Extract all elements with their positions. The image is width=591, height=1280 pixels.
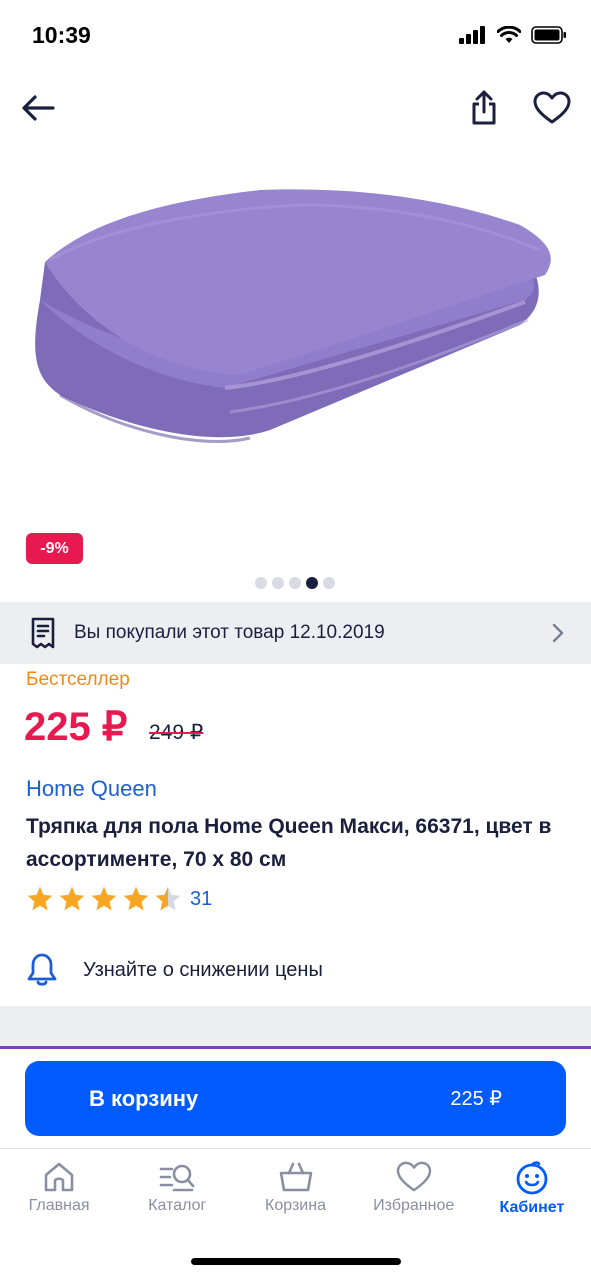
star-icon — [123, 886, 149, 911]
star-icon — [27, 886, 53, 911]
product-title: Тряпка для пола Home Queen Макси, 66371,… — [26, 815, 552, 871]
towel-image — [35, 189, 551, 443]
gallery-dot[interactable] — [323, 577, 335, 589]
product-image[interactable] — [0, 150, 591, 530]
old-price: 249 ₽ — [149, 721, 204, 744]
tab-label: Главная — [28, 1197, 90, 1214]
bell-icon — [27, 953, 57, 986]
gallery-pagination[interactable] — [255, 577, 335, 589]
back-button[interactable] — [20, 90, 56, 126]
add-to-cart-label: В корзину — [89, 1085, 199, 1111]
bestseller-badge: Бестселлер — [26, 669, 130, 690]
share-icon — [472, 90, 496, 125]
accent-divider — [0, 1046, 591, 1049]
gallery-dot-active[interactable] — [306, 577, 318, 589]
home-indicator[interactable] — [191, 1258, 401, 1265]
discount-badge: -9% — [26, 533, 83, 564]
price-alert-text: Узнайте о снижении цены — [83, 958, 323, 981]
share-button[interactable] — [466, 88, 502, 128]
chevron-right-icon — [552, 623, 564, 643]
heart-icon — [533, 91, 571, 124]
brand-link[interactable]: Home Queen — [26, 776, 157, 802]
purchased-notice-text: Вы покупали этот товар 12.10.2019 — [74, 622, 385, 643]
heart-icon — [396, 1161, 431, 1192]
current-price: 225 ₽ — [24, 705, 128, 749]
gallery-dot[interactable] — [289, 577, 301, 589]
gallery-dot[interactable] — [272, 577, 284, 589]
star-half-icon — [155, 886, 181, 911]
tab-profile[interactable]: Кабинет — [473, 1149, 591, 1239]
tab-label: Кабинет — [499, 1199, 565, 1216]
reviews-count[interactable]: 31 — [190, 888, 212, 911]
gallery-dot[interactable] — [255, 577, 267, 589]
rating[interactable]: 31 — [26, 885, 212, 913]
star-icon — [59, 886, 85, 911]
add-to-cart-button[interactable]: В корзину 225 ₽ — [25, 1061, 566, 1136]
arrow-left-icon — [22, 95, 55, 121]
receipt-icon — [31, 617, 55, 649]
star-icon — [91, 886, 117, 911]
basket-icon — [279, 1162, 312, 1192]
wifi-icon — [497, 26, 521, 43]
battery-icon — [531, 26, 566, 44]
tab-catalog[interactable]: Каталог — [118, 1149, 236, 1239]
tab-label: Избранное — [373, 1197, 455, 1214]
status-icons — [459, 26, 567, 44]
price-alert[interactable]: Узнайте о снижении цены — [26, 952, 323, 988]
tab-bar: Главная Каталог Корзина Избранное Кабине… — [0, 1148, 591, 1239]
purchased-notice[interactable]: Вы покупали этот товар 12.10.2019 — [0, 602, 591, 664]
tab-home[interactable]: Главная — [0, 1149, 118, 1239]
signal-icon — [459, 26, 485, 44]
tab-favorites[interactable]: Избранное — [355, 1149, 473, 1239]
home-icon — [44, 1162, 74, 1192]
catalog-search-icon — [159, 1164, 195, 1192]
favorite-button[interactable] — [532, 90, 572, 126]
add-to-cart-price: 225 ₽ — [450, 1088, 502, 1110]
tab-label: Каталог — [148, 1197, 207, 1214]
tab-cart[interactable]: Корзина — [236, 1149, 354, 1239]
section-divider — [0, 1006, 591, 1046]
profile-face-icon — [516, 1161, 548, 1195]
status-time: 10:39 — [32, 22, 91, 48]
tab-label: Корзина — [265, 1197, 326, 1214]
